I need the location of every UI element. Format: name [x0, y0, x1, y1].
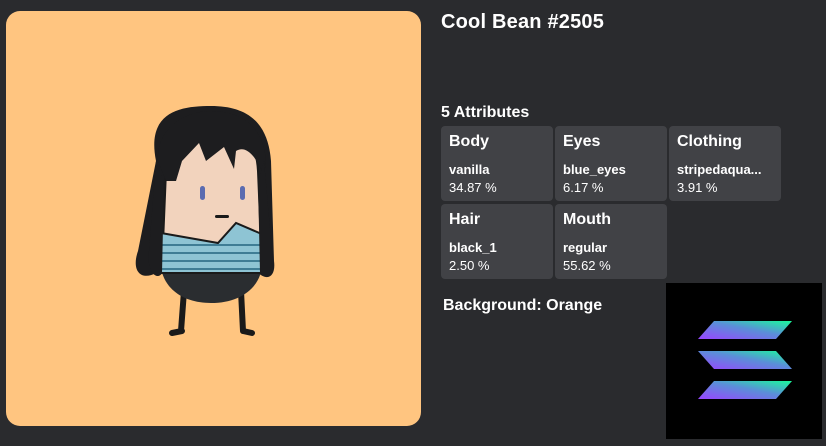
attribute-percent: 3.91 % — [677, 180, 718, 195]
attribute-percent: 2.50 % — [449, 258, 490, 273]
attribute-name: Body — [449, 133, 489, 150]
attribute-card-mouth: Mouth regular 55.62 % — [555, 204, 667, 279]
attribute-percent: 6.17 % — [563, 180, 604, 195]
cool-bean-character-image — [135, 106, 275, 336]
solana-logo-icon — [666, 283, 822, 439]
attributes-grid: Body vanilla 34.87 % Eyes blue_eyes 6.17… — [441, 126, 783, 279]
nft-image — [6, 11, 421, 426]
attribute-value: blue_eyes — [563, 162, 626, 177]
attributes-heading: 5 Attributes — [441, 104, 530, 121]
attribute-value: vanilla — [449, 162, 490, 177]
attribute-name: Eyes — [563, 133, 601, 150]
attribute-name: Hair — [449, 211, 481, 228]
attribute-value: stripedaqua... — [677, 162, 762, 177]
attribute-value: regular — [563, 240, 608, 255]
attribute-percent: 34.87 % — [449, 180, 497, 195]
attribute-card-body: Body vanilla 34.87 % — [441, 126, 553, 201]
attribute-name: Mouth — [563, 211, 611, 228]
nft-title: Cool Bean #2505 — [441, 11, 605, 33]
attribute-card-eyes: Eyes blue_eyes 6.17 % — [555, 126, 667, 201]
attribute-value: black_1 — [449, 240, 497, 255]
attribute-name: Clothing — [677, 133, 742, 150]
attribute-percent: 55.62 % — [563, 258, 611, 273]
attribute-card-clothing: Clothing stripedaqua... 3.91 % — [669, 126, 781, 201]
attribute-card-hair: Hair black_1 2.50 % — [441, 204, 553, 279]
background-attribute: Background: Orange — [443, 297, 603, 314]
